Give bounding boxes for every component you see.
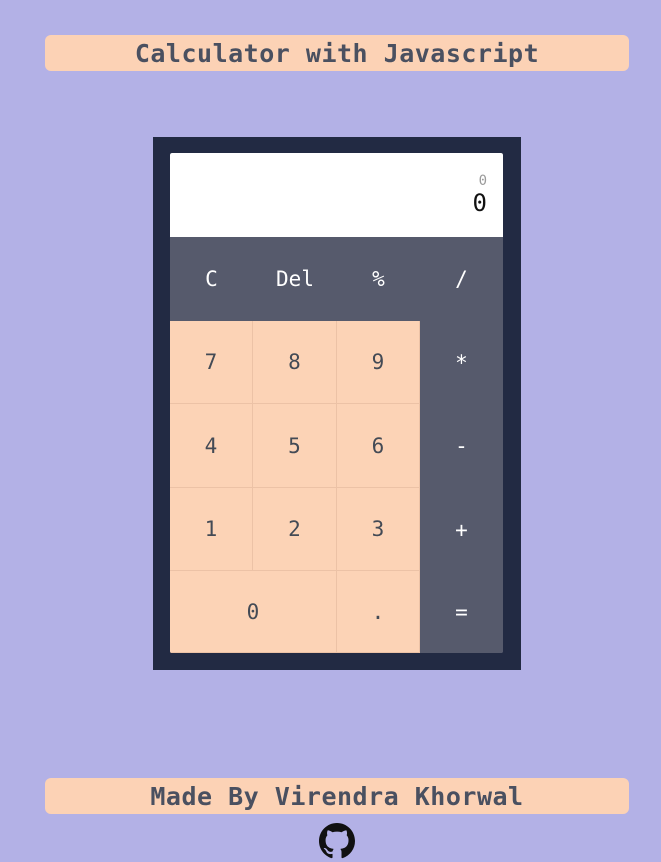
decimal-button[interactable]: .	[337, 571, 420, 653]
clear-button[interactable]: C	[170, 237, 253, 321]
subtract-button[interactable]: -	[420, 404, 503, 488]
zero-button[interactable]: 0	[170, 571, 337, 653]
calculator-body: 0 0 C Del % / 7 8 9 * 4 5 6 - 1 2 3 + 0 …	[170, 153, 503, 653]
calculator-display: 0 0	[170, 153, 503, 237]
eight-button[interactable]: 8	[253, 321, 337, 404]
seven-button[interactable]: 7	[170, 321, 253, 404]
percent-button[interactable]: %	[337, 237, 420, 321]
add-button[interactable]: +	[420, 488, 503, 571]
multiply-button[interactable]: *	[420, 321, 503, 404]
five-button[interactable]: 5	[253, 404, 337, 488]
four-button[interactable]: 4	[170, 404, 253, 488]
current-operand: 0	[472, 189, 487, 217]
previous-operand: 0	[478, 173, 487, 189]
github-icon[interactable]	[319, 823, 355, 859]
two-button[interactable]: 2	[253, 488, 337, 571]
page-title: Calculator with Javascript	[45, 35, 629, 71]
nine-button[interactable]: 9	[337, 321, 420, 404]
delete-button[interactable]: Del	[253, 237, 337, 321]
calculator: 0 0 C Del % / 7 8 9 * 4 5 6 - 1 2 3 + 0 …	[153, 137, 521, 670]
six-button[interactable]: 6	[337, 404, 420, 488]
divide-button[interactable]: /	[420, 237, 503, 321]
equals-button[interactable]: =	[420, 571, 503, 653]
three-button[interactable]: 3	[337, 488, 420, 571]
one-button[interactable]: 1	[170, 488, 253, 571]
keypad: C Del % / 7 8 9 * 4 5 6 - 1 2 3 + 0 . =	[170, 237, 503, 653]
author-credit: Made By Virendra Khorwal	[45, 778, 629, 814]
